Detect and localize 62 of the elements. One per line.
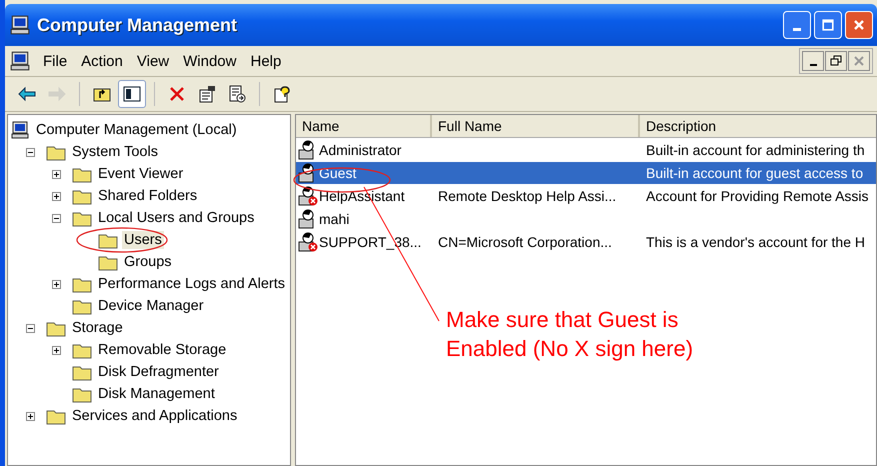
description: Built-in account for administering th [646,142,865,158]
tree-item[interactable]: Groups [122,253,174,271]
expand-icon[interactable] [26,412,35,420]
description: Built-in account for guest access to [646,165,864,181]
tree-item[interactable]: Shared Folders [96,187,200,205]
back-arrow-icon [17,84,37,104]
tree-item[interactable]: Local Users and Groups [96,209,256,227]
column-header[interactable]: Full Name [432,115,640,137]
callout-text: Make sure that Guest is Enabled (No X sign here) [446,306,694,363]
forward-arrow-icon [47,84,67,104]
collapse-icon[interactable] [26,148,35,156]
tree-item[interactable]: Computer Management (Local) [34,121,239,139]
maximize-icon [820,17,836,33]
tree-item[interactable]: Disk Management [96,385,217,403]
computer-icon [10,120,30,140]
description: This is a vendor's account for the H [646,234,865,250]
help-icon [272,84,292,104]
menu-item[interactable]: View [132,52,180,70]
tree-item[interactable]: Disk Defragmenter [96,363,221,381]
computer-icon [9,14,31,36]
expand-icon[interactable] [52,280,61,288]
expand-icon[interactable] [52,170,61,178]
minimize-icon [810,64,816,66]
tree-item[interactable]: System Tools [70,143,160,161]
user-row[interactable]: mahi [296,208,876,230]
full-name: CN=Microsoft Corporation... [438,234,612,250]
collapse-icon[interactable] [26,324,35,332]
column-header[interactable]: Name [296,115,432,137]
user-row[interactable]: Guest Built-in account for guest access to [296,162,876,184]
user-row[interactable]: Administrator Built-in account for administering th [296,139,876,161]
menu-item[interactable]: Window [179,52,246,70]
user-name: Guest [319,165,356,181]
window-title: Computer Management [37,14,238,36]
menu-item[interactable]: File [39,52,78,70]
menu-item[interactable]: Action [77,52,133,70]
tree-item[interactable]: Removable Storage [96,341,228,359]
minimize-button[interactable] [802,51,824,71]
tree-item[interactable]: Event Viewer [96,165,186,183]
user-name: Administrator [319,142,402,158]
full-name: Remote Desktop Help Assi... [438,188,616,204]
properties-icon [197,84,217,104]
description: Account for Providing Remote Assis [646,188,869,204]
tree-item[interactable]: Device Manager [96,297,206,315]
expand-icon[interactable] [52,192,61,200]
restore-button[interactable] [825,51,847,71]
column-header[interactable]: Description [640,115,876,137]
computer-icon [9,50,31,72]
minimize-icon [793,28,801,30]
maximize-button[interactable] [814,11,842,39]
tree-item[interactable]: Services and Applications [70,407,240,425]
tree-item[interactable]: Performance Logs and Alerts [96,275,287,293]
tree-item[interactable]: Storage [70,319,125,337]
restore-icon [830,55,842,67]
tree-pane-icon [122,84,142,104]
expand-icon[interactable] [52,346,61,354]
user-name: mahi [319,211,350,227]
collapse-icon[interactable] [52,214,61,222]
close-icon [853,55,865,67]
menu-item[interactable]: Help [246,52,292,70]
tree-item[interactable]: Users [122,231,164,249]
export-list-icon [227,84,247,104]
tree-pane-button[interactable] [118,80,146,108]
